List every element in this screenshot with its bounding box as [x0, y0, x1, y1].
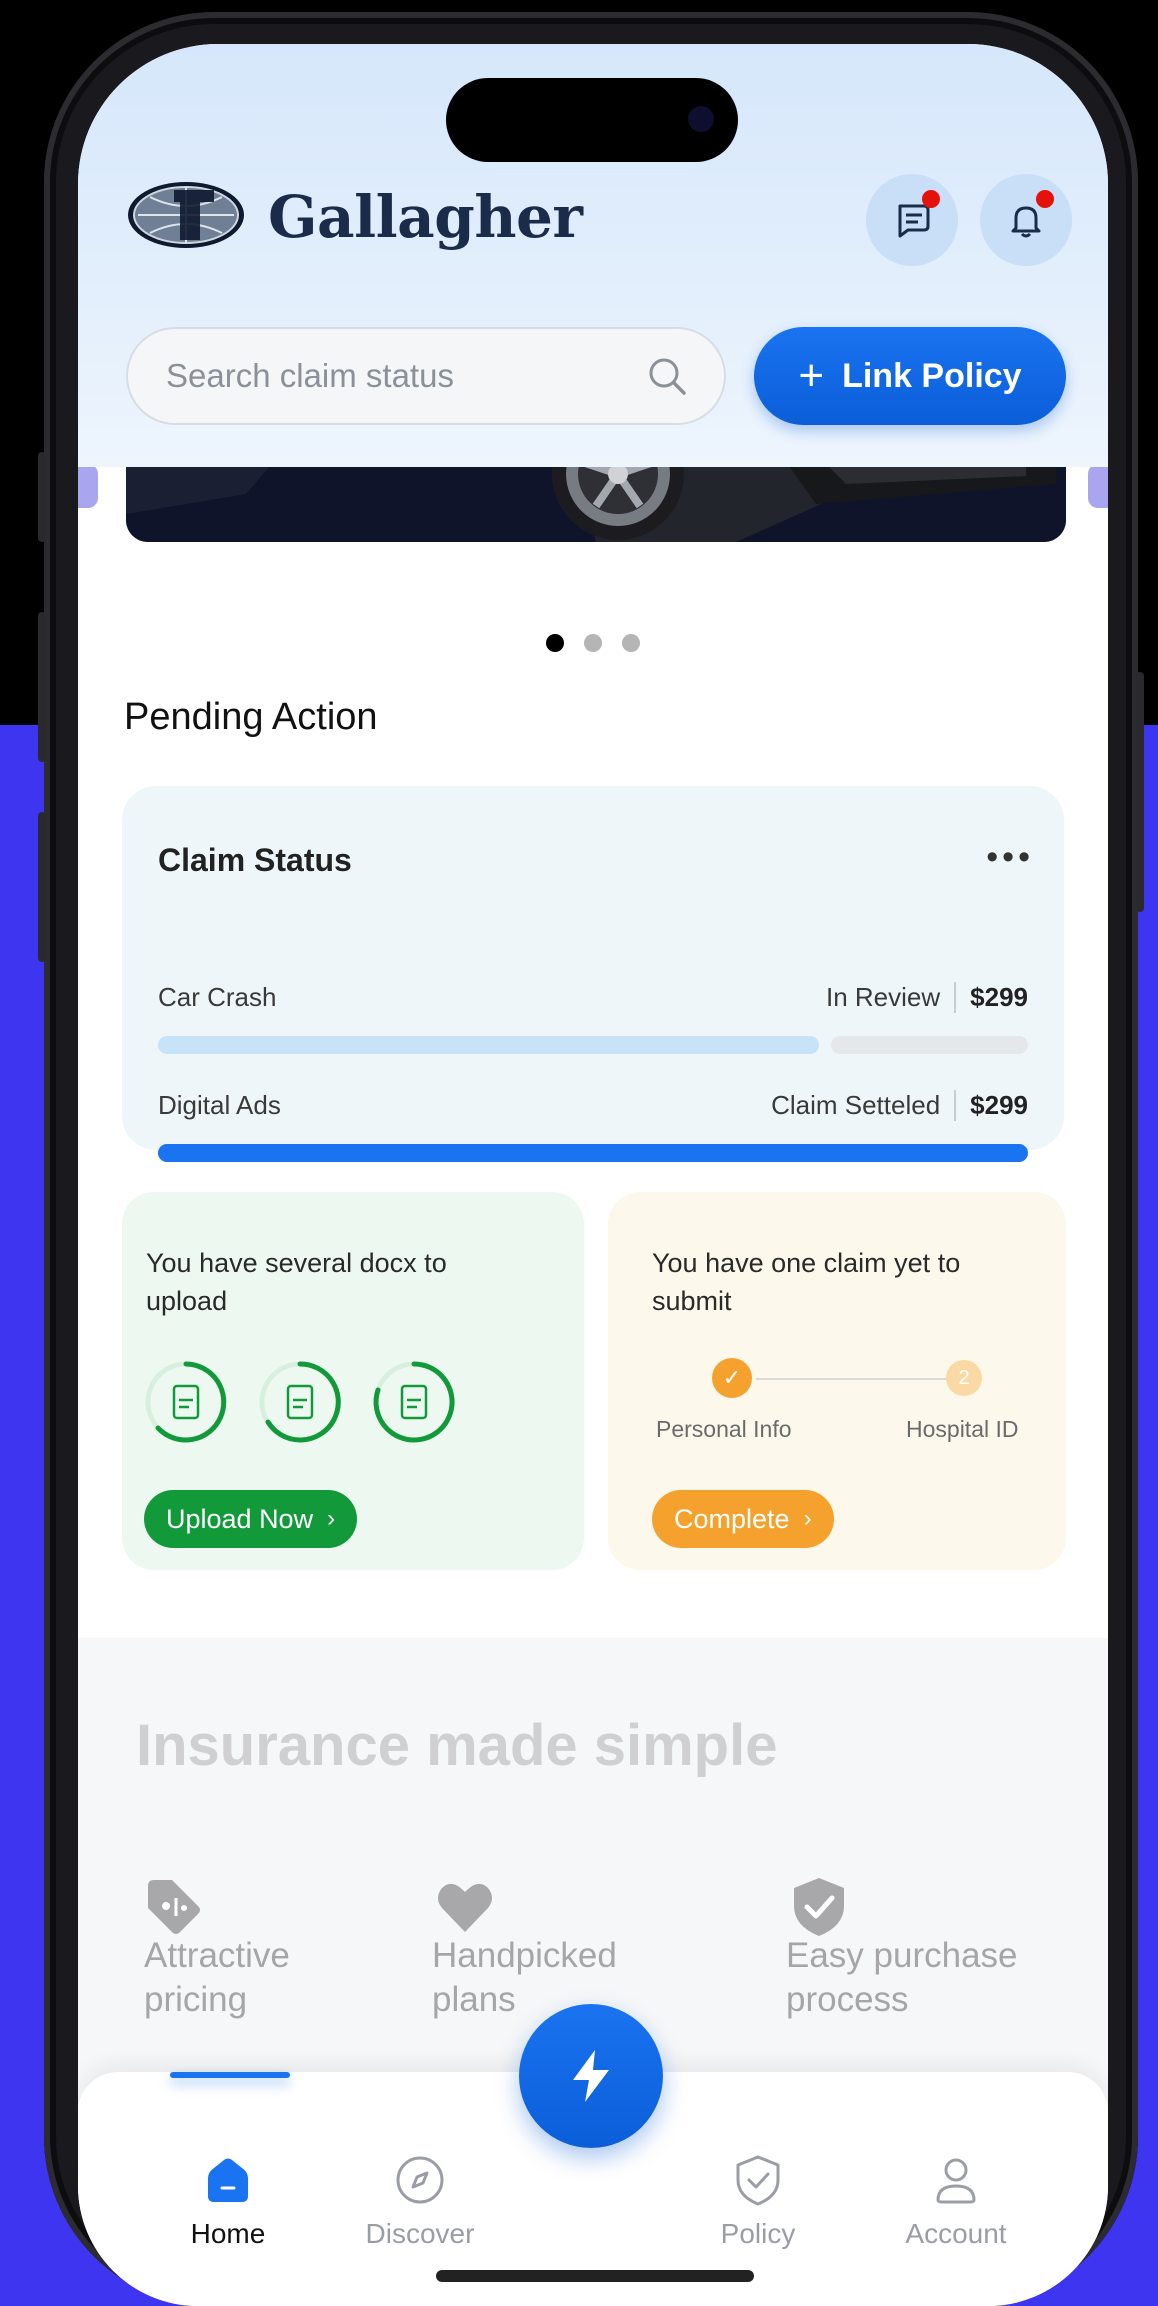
carousel-dot[interactable]	[622, 634, 640, 652]
nav-label: Home	[190, 2218, 266, 2249]
price-tag-icon	[148, 1880, 200, 1934]
gallagher-logo-icon	[128, 182, 244, 248]
unread-badge	[1036, 190, 1054, 208]
shield-check-icon	[794, 1878, 844, 1936]
user-icon	[936, 2158, 976, 2204]
heart-icon	[438, 1883, 492, 1932]
home-indicator[interactable]	[436, 2270, 754, 2282]
document-ring-icon	[373, 1361, 455, 1443]
section-title-pending: Pending Action	[124, 696, 378, 738]
chevron-right-icon: ›	[327, 1505, 336, 1532]
step-complete-check-icon: ✓	[712, 1358, 752, 1398]
carousel-dot[interactable]	[584, 634, 602, 652]
brand-name: Gallagher	[268, 183, 583, 251]
dynamic-island	[446, 78, 738, 162]
shield-check-icon	[736, 2155, 780, 2206]
upload-now-button[interactable]: Upload Now ›	[144, 1490, 358, 1548]
upload-now-label: Upload Now	[166, 1503, 314, 1534]
claim-progress-fill	[158, 1036, 819, 1054]
document-ring-icon	[145, 1361, 227, 1443]
search-field[interactable]	[126, 327, 726, 425]
nav-label: Account	[905, 2218, 1007, 2249]
search-icon[interactable]	[646, 355, 688, 397]
complete-button[interactable]: Complete ›	[652, 1490, 834, 1548]
document-ring-icon	[259, 1361, 341, 1443]
quick-action-button[interactable]	[519, 2004, 663, 2148]
claim-amount: $299	[970, 1090, 1028, 1120]
more-options-icon[interactable]: •••	[986, 838, 1034, 877]
complete-label: Complete	[674, 1503, 790, 1534]
nav-item-home[interactable]: Home	[148, 2154, 308, 2250]
claim-status: In Review	[826, 982, 957, 1013]
carousel-next-peek	[1088, 464, 1108, 508]
claim-status: Claim Setteled	[771, 1090, 957, 1121]
chevron-right-icon: ›	[803, 1505, 812, 1532]
features-title: Insurance made simple	[136, 1713, 778, 1778]
step-label: Personal Info	[656, 1416, 792, 1442]
nav-item-policy[interactable]: Policy	[678, 2154, 838, 2250]
nav-item-account[interactable]: Account	[876, 2154, 1036, 2250]
link-policy-label: Link Policy	[842, 356, 1022, 395]
home-icon	[208, 2158, 248, 2202]
carousel-prev-peek	[78, 464, 98, 508]
nav-label: Discover	[365, 2218, 475, 2249]
upload-docs-text: You have several docx to upload	[146, 1248, 447, 1316]
carousel-dot[interactable]	[546, 634, 564, 652]
step-number-badge: 2	[946, 1360, 982, 1396]
active-tab-indicator	[170, 2072, 290, 2078]
submit-claim-text: You have one claim yet to submit	[652, 1248, 961, 1316]
feature-label: Easy purchase process	[786, 1936, 1018, 2019]
compass-icon	[396, 2156, 444, 2204]
claim-name: Digital Ads	[158, 1090, 281, 1120]
claim-amount: $299	[970, 982, 1028, 1012]
feature-label: Attractive pricing	[144, 1936, 290, 2019]
messages-button[interactable]	[866, 174, 958, 266]
search-input[interactable]	[164, 356, 646, 396]
step-label: Hospital ID	[906, 1416, 1019, 1442]
claim-card-title: Claim Status	[158, 842, 352, 878]
unread-badge	[922, 190, 940, 208]
plus-icon: +	[798, 351, 825, 400]
notifications-button[interactable]	[980, 174, 1072, 266]
lightning-icon	[573, 2050, 609, 2102]
carousel-dots	[78, 634, 1108, 652]
claim-progress-track	[831, 1036, 1028, 1054]
link-policy-button[interactable]: + Link Policy	[754, 327, 1066, 425]
nav-label: Policy	[720, 2218, 796, 2249]
stepper-line	[756, 1378, 946, 1380]
claim-name: Car Crash	[158, 982, 277, 1012]
app-screen: Gallagher + Link Policy	[78, 44, 1108, 2306]
claim-status-card[interactable]: Claim Status ••• Car Crash In Review $29…	[122, 786, 1064, 1162]
claim-progress-fill	[158, 1144, 1028, 1162]
nav-item-discover[interactable]: Discover	[340, 2154, 500, 2250]
